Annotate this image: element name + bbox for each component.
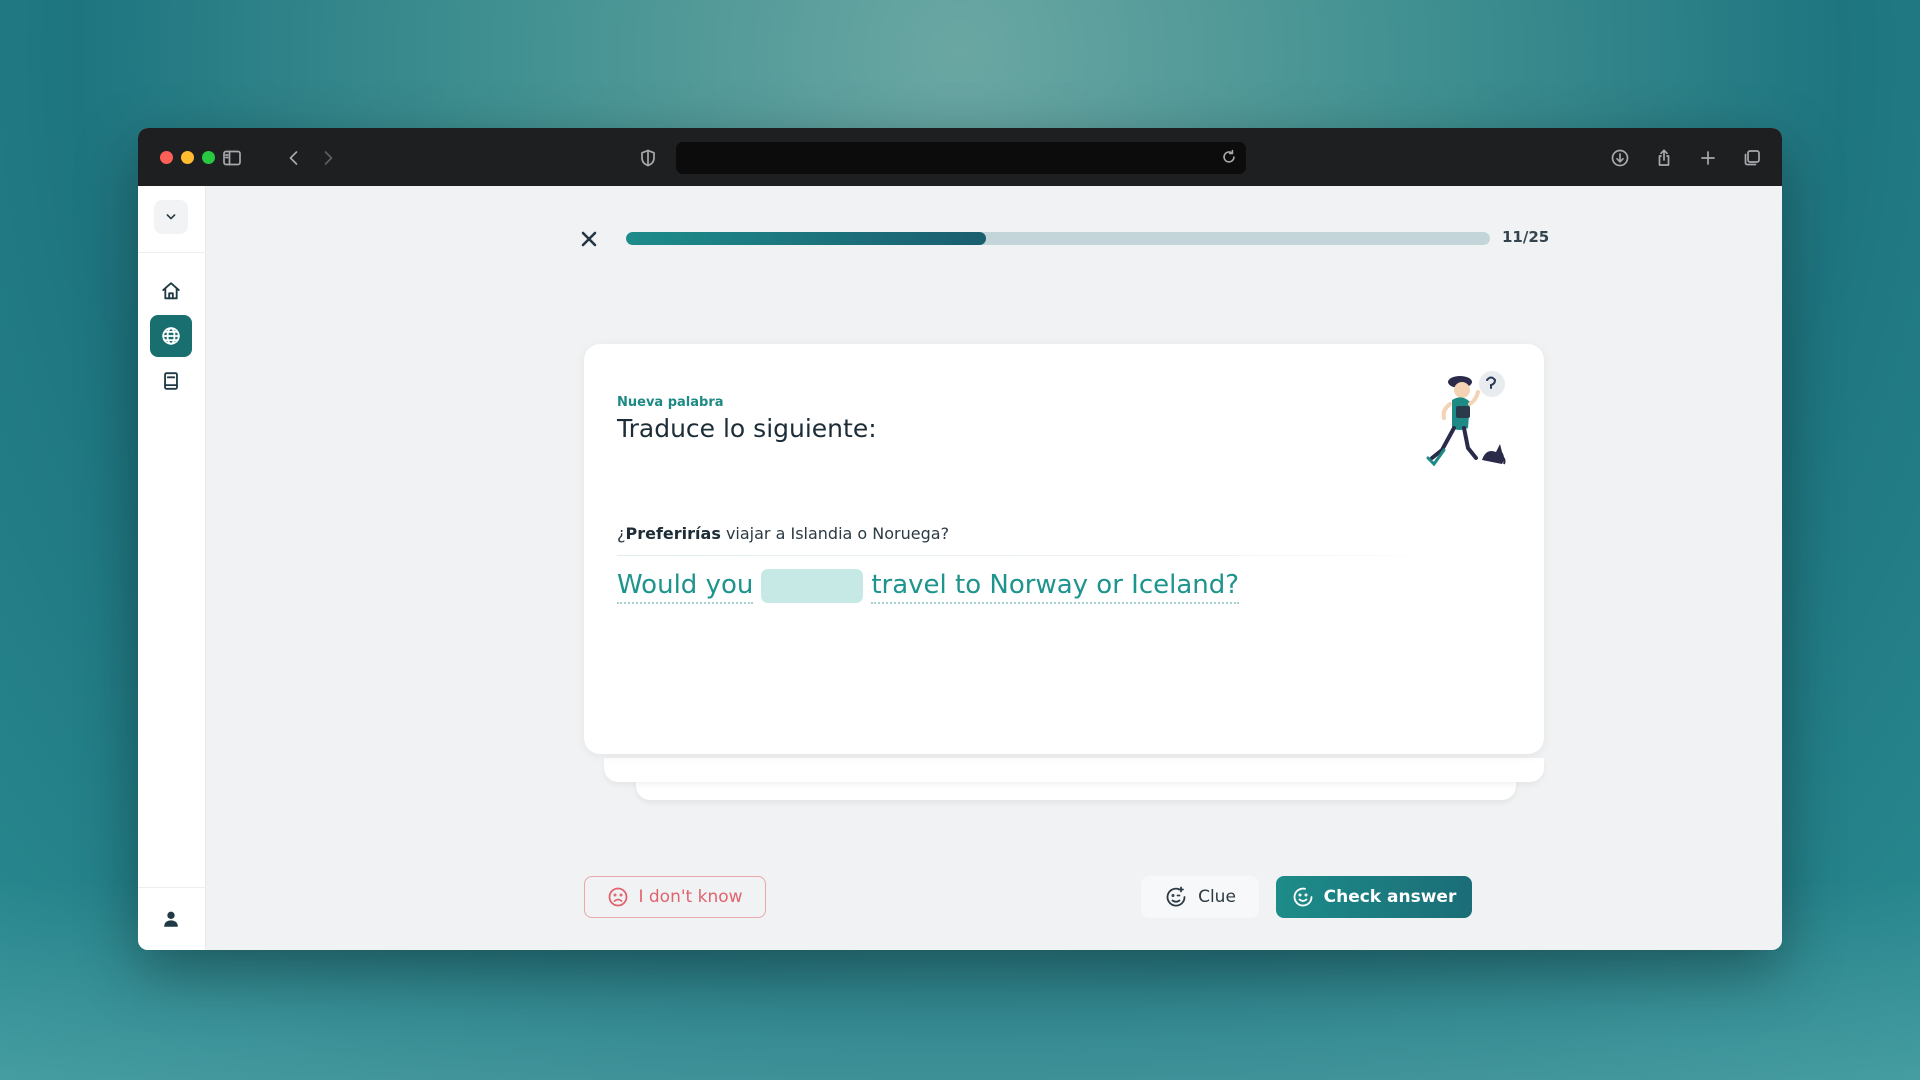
globe-icon: [162, 327, 180, 345]
address-bar[interactable]: [676, 142, 1246, 174]
close-window-button[interactable]: [160, 151, 173, 164]
forward-icon[interactable]: [316, 146, 340, 170]
check-answer-label: Check answer: [1323, 887, 1457, 907]
exercise-eyebrow: Nueva palabra: [617, 395, 724, 410]
smile-check-icon: [1293, 887, 1313, 907]
user-icon: [164, 911, 178, 927]
check-answer-button[interactable]: Check answer: [1276, 876, 1472, 918]
source-rest: viajar a Islandia o Noruega?: [720, 524, 950, 543]
sidebar-item-profile[interactable]: [150, 898, 192, 940]
home-icon: [162, 282, 180, 300]
minimize-window-button[interactable]: [181, 151, 194, 164]
share-icon[interactable]: [1652, 146, 1676, 170]
sidebar-collapse-button[interactable]: [154, 200, 188, 234]
progress-count: 11/25: [1502, 228, 1550, 246]
sidebar-item-library[interactable]: [150, 360, 192, 402]
traveler-illustration: [1426, 371, 1506, 467]
sidebar-item-languages[interactable]: [150, 315, 192, 357]
browser-window: 11/25 Nueva palabra Traduce lo siguiente…: [138, 128, 1782, 950]
sidebar-divider: [138, 252, 205, 253]
card-stack-layer: [604, 758, 1544, 782]
dont-know-label: I don't know: [638, 887, 743, 907]
download-icon[interactable]: [1608, 146, 1632, 170]
target-text-before: Would you: [617, 568, 754, 604]
clue-face-icon: [1166, 886, 1186, 907]
chevron-down-icon: [166, 214, 176, 220]
clue-button[interactable]: Clue: [1141, 876, 1259, 918]
tabs-overview-icon[interactable]: [1740, 146, 1764, 170]
card-divider: [617, 555, 1457, 556]
lesson-progress-fill: [626, 232, 986, 245]
sidebar-bottom-divider: [138, 887, 205, 888]
sad-face-icon: [609, 887, 628, 907]
source-sentence: ¿Preferirías viajar a Islandia o Noruega…: [617, 524, 949, 543]
source-highlight-word: Preferirías: [625, 524, 721, 543]
back-icon[interactable]: [282, 146, 306, 170]
source-prefix: ¿: [617, 524, 626, 543]
privacy-shield-icon[interactable]: [636, 146, 660, 170]
new-tab-icon[interactable]: [1696, 146, 1720, 170]
answer-blank[interactable]: [761, 569, 864, 603]
dont-know-button[interactable]: I don't know: [584, 876, 766, 918]
exercise-title: Traduce lo siguiente:: [617, 414, 877, 443]
target-sentence: Would you travel to Norway or Iceland?: [617, 568, 1240, 604]
browser-titlebar: [138, 128, 1782, 186]
clue-label: Clue: [1198, 887, 1236, 907]
lesson-main: 11/25 Nueva palabra Traduce lo siguiente…: [206, 186, 1782, 950]
book-icon: [164, 372, 178, 390]
app-sidebar: [138, 186, 206, 950]
target-text-after: travel to Norway or Iceland?: [871, 568, 1240, 604]
sidebar-toggle-icon[interactable]: [220, 146, 244, 170]
close-lesson-icon[interactable]: [576, 226, 602, 252]
reload-icon[interactable]: [1220, 148, 1240, 168]
zoom-window-button[interactable]: [202, 151, 215, 164]
exercise-card: Nueva palabra Traduce lo siguiente: ¿Pre…: [584, 344, 1544, 754]
sidebar-item-home[interactable]: [150, 270, 192, 312]
lesson-progress-bar: [626, 232, 1490, 245]
